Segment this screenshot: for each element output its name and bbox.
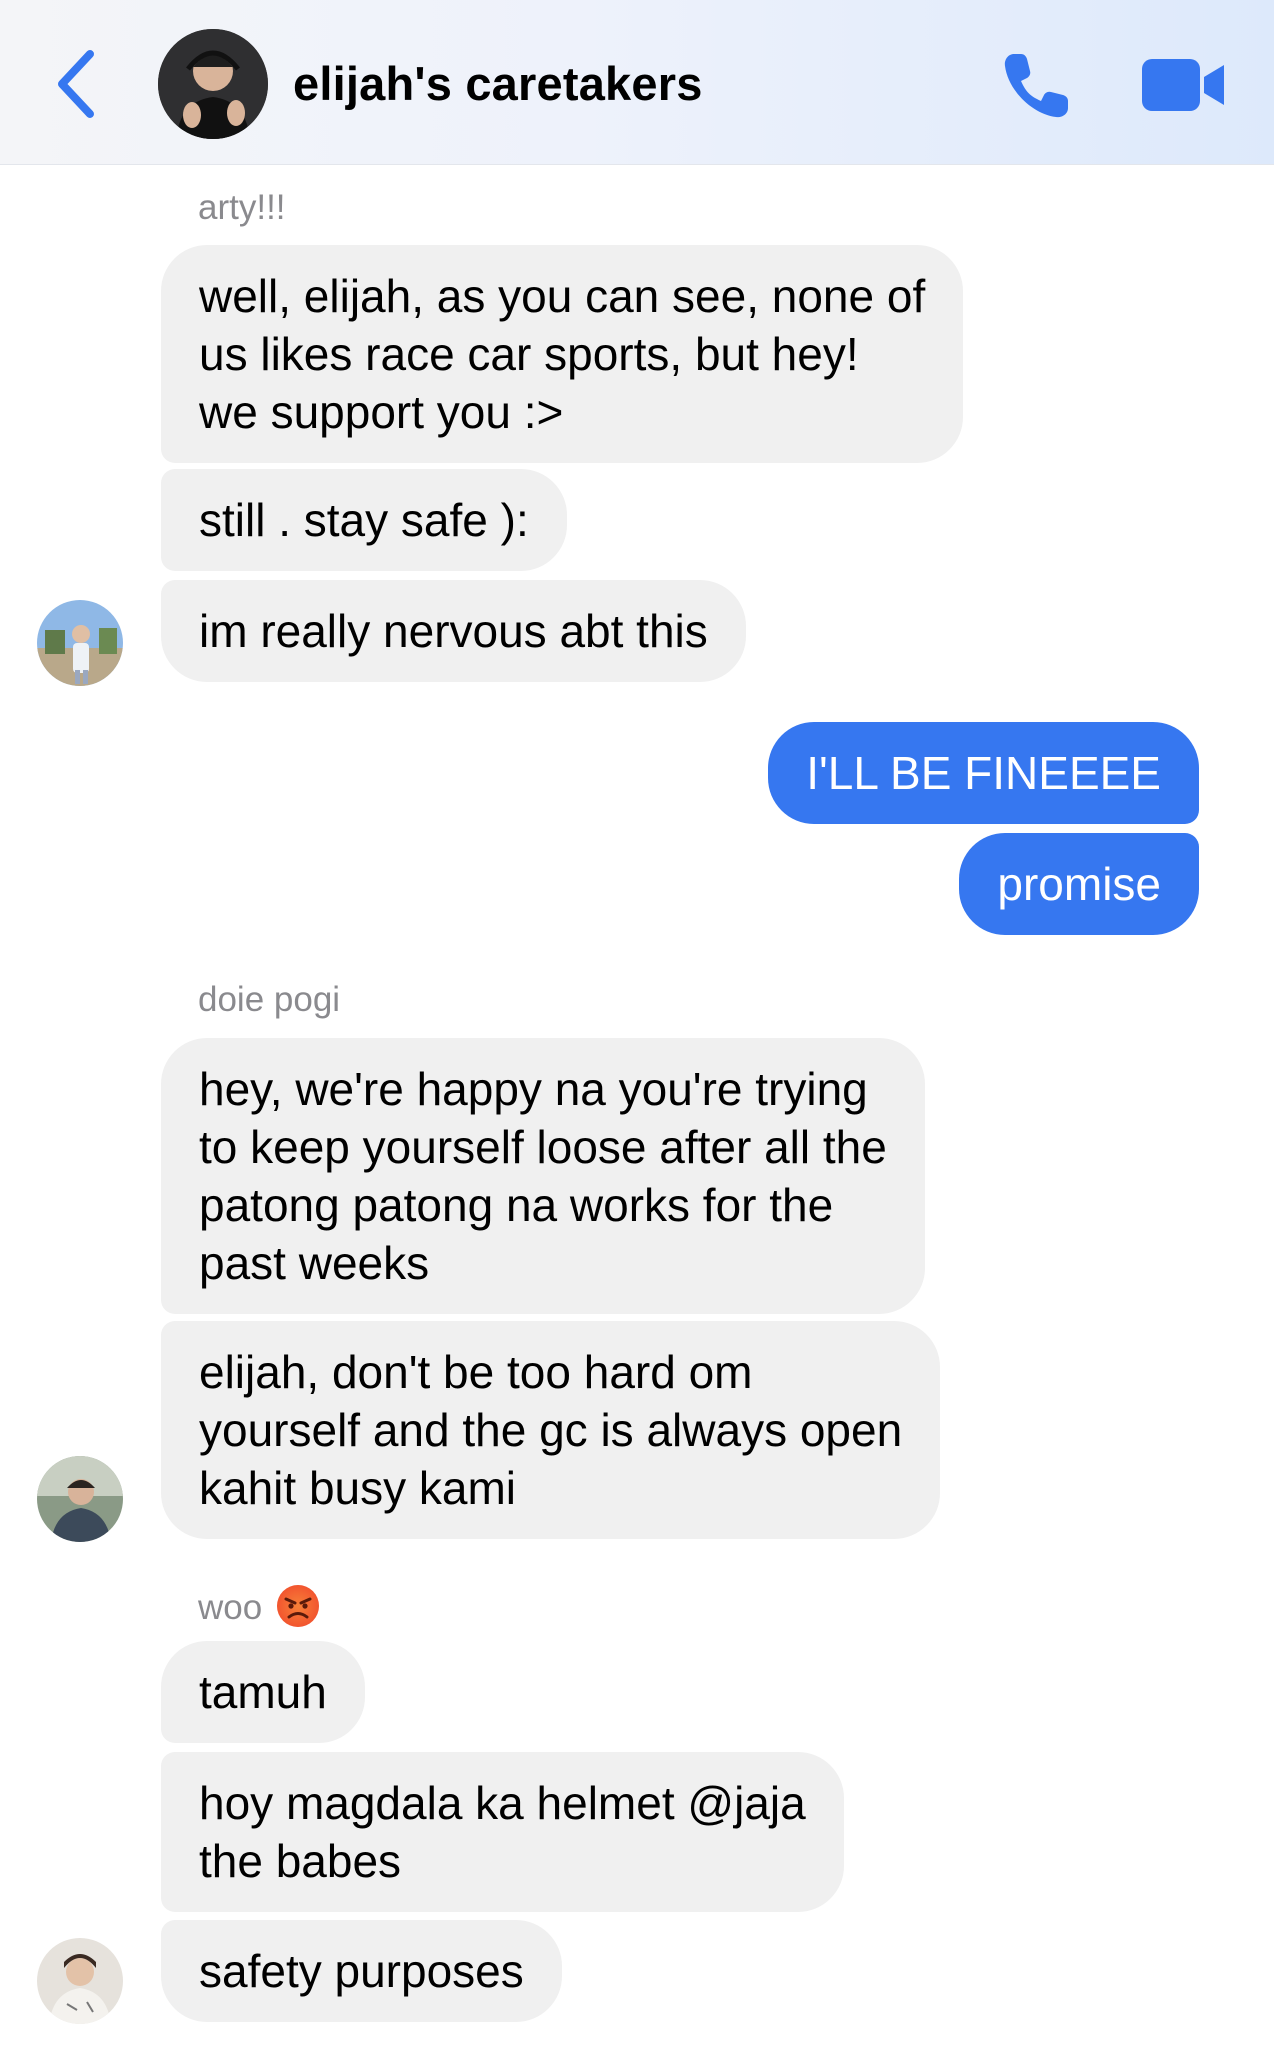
avatar[interactable] xyxy=(37,600,123,686)
message-bubble[interactable]: tamuh xyxy=(161,1641,365,1743)
message-line: patong patong na works for the xyxy=(199,1179,834,1231)
video-camera-icon xyxy=(1142,59,1224,111)
group-avatar[interactable] xyxy=(158,29,268,139)
sender-label: woo xyxy=(198,1588,263,1627)
chat-header: elijah's caretakers xyxy=(0,0,1274,165)
phone-icon xyxy=(1004,54,1068,118)
sender-name: doie pogi xyxy=(198,980,341,1019)
outgoing-message-bubble[interactable]: I'LL BE FINEEEE xyxy=(768,722,1199,824)
message-bubble[interactable]: still . stay safe ): xyxy=(161,469,567,571)
message-line: promise xyxy=(997,858,1161,910)
message-bubble[interactable]: well, elijah, as you can see, none of us… xyxy=(161,245,964,463)
message-line: safety purposes xyxy=(199,1945,524,1997)
message-line: past weeks xyxy=(199,1237,430,1289)
avatar[interactable] xyxy=(37,1938,123,2024)
message-line: we support you :> xyxy=(199,386,564,438)
message-line: to keep yourself loose after all the xyxy=(199,1121,887,1173)
sender-name: woo xyxy=(198,1584,320,1628)
outgoing-message-bubble[interactable]: promise xyxy=(959,833,1199,935)
message-line: elijah, don't be too hard om xyxy=(199,1346,753,1398)
message-bubble[interactable]: hey, we're happy na you're trying to kee… xyxy=(161,1038,925,1314)
video-call-button[interactable] xyxy=(1140,53,1226,117)
message-bubble[interactable]: safety purposes xyxy=(161,1920,562,2022)
avatar[interactable] xyxy=(37,1456,123,1542)
back-button[interactable] xyxy=(48,44,108,124)
message-line: well, elijah, as you can see, none of xyxy=(199,270,926,322)
message-line: I'LL BE FINEEEE xyxy=(806,747,1161,799)
message-line: kahit busy kami xyxy=(199,1462,517,1514)
message-bubble[interactable]: elijah, don't be too hard om yourself an… xyxy=(161,1321,941,1539)
message-line: the babes xyxy=(199,1835,402,1887)
message-line: us likes race car sports, but hey! xyxy=(199,328,859,380)
chat-title[interactable]: elijah's caretakers xyxy=(293,56,703,111)
message-line: im really nervous abt this xyxy=(199,605,708,657)
message-bubble[interactable]: hoy magdala ka helmet @jaja the babes xyxy=(161,1752,844,1912)
message-line: yourself and the gc is always open xyxy=(199,1404,903,1456)
message-line: tamuh xyxy=(199,1666,327,1718)
chevron-left-icon xyxy=(58,50,94,118)
message-line: hey, we're happy na you're trying xyxy=(199,1063,868,1115)
sender-name: arty!!! xyxy=(198,188,286,227)
angry-face-icon xyxy=(277,1585,320,1627)
message-line: still . stay safe ): xyxy=(199,494,529,546)
message-line: hoy magdala ka helmet @jaja xyxy=(199,1777,806,1829)
message-bubble[interactable]: im really nervous abt this xyxy=(161,580,746,682)
call-button[interactable] xyxy=(998,48,1074,124)
